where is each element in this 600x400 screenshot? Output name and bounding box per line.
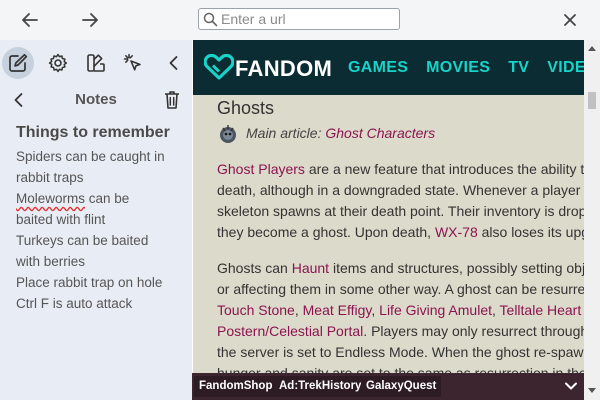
tag-chip[interactable]: GalaxyQuest — [361, 376, 442, 397]
telltale-heart-link[interactable]: Telltale Heart — [500, 302, 582, 318]
life-giving-amulet-link[interactable]: Life Giving Amulet — [379, 302, 492, 318]
notes-heading: Things to remember — [16, 124, 170, 141]
fandom-header: FANDOM GAMES MOVIES TV VIDEO — [193, 40, 584, 95]
settings-tool-button[interactable] — [42, 47, 74, 79]
chevron-down-icon[interactable] — [564, 379, 578, 393]
bottom-tag-bar: FandomShop Ad:TrekHistory GalaxyQuest — [192, 373, 584, 400]
notes-header: Notes — [0, 88, 192, 112]
forward-arrow-icon[interactable] — [78, 8, 102, 32]
note-line: baited with flint — [16, 212, 106, 227]
fandom-logo-text[interactable]: FANDOM — [235, 56, 332, 82]
palette-icon — [85, 52, 107, 74]
back-arrow-icon[interactable] — [18, 8, 42, 32]
chevron-left-icon — [164, 53, 184, 73]
note-line: Place rabbit trap on hole — [16, 275, 163, 290]
paragraph: Ghosts can Haunt items and structures, p… — [217, 260, 584, 381]
ghost-characters-link[interactable]: Ghost Characters — [325, 125, 435, 141]
main-article-note: Main article: Ghost Characters — [246, 125, 436, 141]
haunt-link[interactable]: Haunt — [292, 260, 329, 276]
notes-sidebar: Notes Things to remember Spiders can be … — [0, 40, 192, 400]
meat-effigy-link[interactable]: Meat Effigy — [303, 302, 372, 318]
tag-chip[interactable]: FandomShop — [194, 376, 278, 397]
ghost-thumbnail-icon — [217, 123, 239, 145]
nav-movies[interactable]: MOVIES — [426, 59, 490, 76]
tag-chip[interactable]: Ad:TrekHistory — [274, 376, 367, 397]
note-line: Moleworms can be — [16, 188, 188, 209]
note-line: with berries — [16, 254, 86, 269]
section-heading: Ghosts — [217, 98, 275, 118]
fandom-nav: GAMES MOVIES TV VIDEO — [348, 59, 584, 77]
note-line: rabbit traps — [16, 170, 84, 185]
cursor-click-icon — [122, 52, 144, 74]
select-tool-button[interactable] — [117, 47, 149, 79]
edit-note-icon — [7, 52, 29, 74]
url-bar[interactable] — [198, 8, 400, 30]
trash-icon[interactable] — [162, 89, 182, 111]
scroll-down-arrow-icon[interactable] — [588, 388, 596, 393]
page-scrollbar[interactable] — [584, 40, 600, 400]
nav-games[interactable]: GAMES — [348, 59, 408, 76]
note-line-rest: can be — [88, 191, 130, 206]
customize-tool-button[interactable] — [80, 47, 112, 79]
paragraph: Ghost Players are a new feature that int… — [217, 161, 584, 240]
scroll-thumb[interactable] — [588, 92, 596, 109]
nav-tv[interactable]: TV — [508, 59, 529, 76]
browser-toolbar — [0, 0, 600, 40]
scroll-up-arrow-icon[interactable] — [588, 46, 596, 51]
url-input[interactable] — [221, 9, 391, 29]
fandom-logo-icon[interactable] — [204, 54, 234, 80]
close-icon[interactable] — [558, 8, 582, 32]
note-line: Spiders can be caught in — [16, 149, 165, 164]
web-content: FANDOM GAMES MOVIES TV VIDEO Ghosts Main ar… — [193, 40, 584, 400]
wx78-link[interactable]: WX-78 — [435, 224, 478, 240]
misspelled-word: Moleworms — [16, 191, 86, 206]
ghost-players-link[interactable]: Ghost Players — [217, 161, 305, 177]
gear-icon — [47, 52, 69, 74]
search-icon — [203, 12, 218, 27]
note-line: Turkeys can be baited — [16, 233, 149, 248]
celestial-portal-link[interactable]: Postern/Celestial Portal — [217, 323, 363, 339]
notes-editor[interactable]: Things to remember Spiders can be caught… — [16, 122, 188, 314]
touch-stone-link[interactable]: Touch Stone — [217, 302, 295, 318]
note-line: Ctrl F is auto attack — [16, 296, 133, 311]
nav-video[interactable]: VIDEO — [547, 59, 584, 76]
notes-tool-button[interactable] — [2, 47, 34, 79]
collapse-sidebar-button[interactable] — [158, 47, 190, 79]
